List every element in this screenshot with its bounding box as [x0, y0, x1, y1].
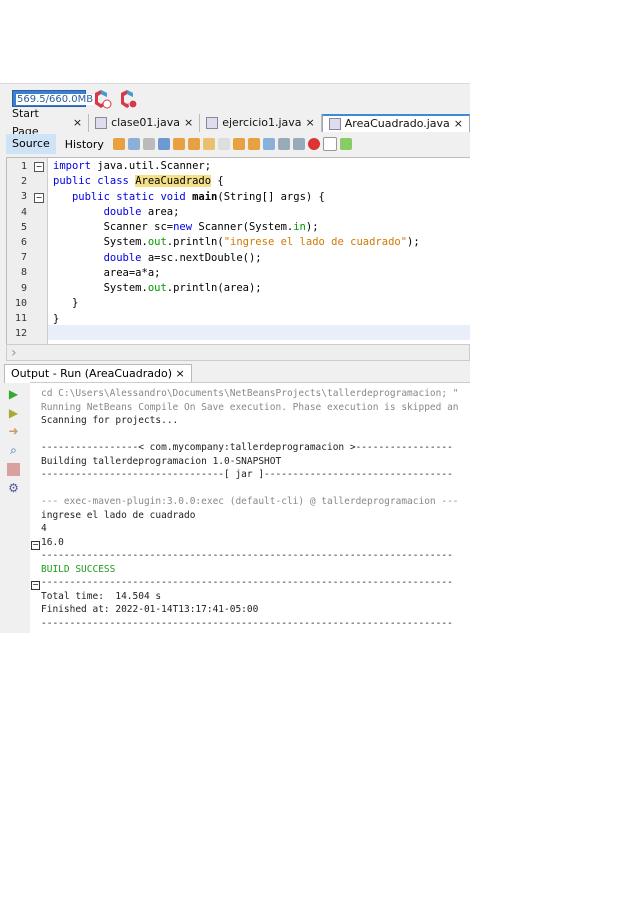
- output-line: Total time: 14.504 s: [41, 590, 162, 602]
- output-line: -----------------< com.mycompany:tallerd…: [41, 442, 453, 453]
- last-edit-icon[interactable]: [112, 138, 125, 150]
- code-line: double area;: [103, 206, 180, 218]
- code-line: Scanner sc=new Scanner(System.in);: [53, 221, 319, 233]
- rerun-icon[interactable]: ▶: [7, 388, 20, 401]
- profile-icon[interactable]: [92, 89, 112, 109]
- line-number: 2: [20, 176, 27, 188]
- forward-icon[interactable]: [142, 138, 155, 150]
- output-line: ingrese el lado de cuadrado: [41, 509, 196, 521]
- close-icon[interactable]: ×: [306, 114, 315, 132]
- editor-tabs: Start Page × clase01.java × ejercicio1.jav…: [6, 107, 470, 138]
- line-number: 10: [14, 297, 27, 309]
- output-line: --- exec-maven-plugin:3.0.0:exec (defaul…: [41, 496, 459, 507]
- output-line: 16.0: [41, 536, 64, 548]
- fold-icon[interactable]: −: [31, 541, 40, 550]
- fold-icon[interactable]: −: [34, 162, 44, 172]
- output-line: BUILD SUCCESS: [41, 563, 116, 575]
- code-line: public static void main(String[] args) {: [71, 191, 325, 203]
- output-line: Scanning for projects...: [41, 415, 179, 426]
- line-number: 9: [20, 282, 27, 294]
- output-line: --------------------------------[ jar ]-…: [41, 469, 453, 480]
- record-macro-icon[interactable]: [307, 138, 320, 150]
- line-number: 1: [20, 161, 27, 172]
- output-line: ----------------------------------------…: [41, 617, 453, 629]
- breadcrumb-bar[interactable]: ›: [6, 344, 470, 361]
- code-line: import java.util.Scanner;: [53, 160, 212, 172]
- shift-left-icon[interactable]: [277, 138, 290, 150]
- code-editor[interactable]: 1 2 3 4 5 6 7 8 9 10 11 12 − − import java.util.Sca…: [6, 157, 470, 345]
- profile-stop-icon[interactable]: [118, 89, 138, 109]
- output-line: ----------------------------------------…: [41, 577, 453, 588]
- code-line: System.out.println(area);: [53, 282, 262, 294]
- code-line: System.out.println("ingrese el lado de c…: [53, 236, 420, 248]
- find-previous-icon[interactable]: [172, 138, 185, 150]
- current-line-highlight: [48, 325, 470, 341]
- tab-ejercicio1[interactable]: ejercicio1.java ×: [200, 114, 322, 132]
- next-icon[interactable]: ➜: [7, 425, 20, 438]
- line-number: 5: [20, 221, 27, 233]
- search-icon[interactable]: ⌕: [7, 444, 20, 457]
- line-number: 11: [14, 313, 27, 324]
- tab-areacuadrado[interactable]: AreaCuadrado.java ×: [321, 114, 470, 133]
- editor-toolbar: Source History: [6, 134, 352, 154]
- output-line: Building tallerdeprogramacion 1.0-SNAPSH…: [41, 455, 282, 467]
- fold-icon[interactable]: −: [31, 581, 40, 590]
- line-number: 8: [20, 267, 27, 279]
- output-line: ----------------------------------------…: [41, 550, 453, 561]
- line-number: 6: [20, 237, 27, 248]
- previous-bookmark-icon[interactable]: [232, 138, 245, 150]
- code-line: public class AreaCuadrado {: [53, 175, 224, 187]
- tab-clase01[interactable]: clase01.java ×: [89, 114, 201, 132]
- next-bookmark-icon[interactable]: [247, 138, 260, 150]
- tab-start-page[interactable]: Start Page ×: [6, 107, 90, 138]
- output-console[interactable]: cd C:\Users\Alessandro\Documents\NetBean…: [30, 382, 470, 633]
- code-line: }: [53, 313, 60, 325]
- code-line: double a=sc.nextDouble();: [103, 252, 262, 264]
- line-number: 12: [14, 328, 27, 340]
- close-icon[interactable]: ×: [454, 115, 463, 133]
- find-icon[interactable]: [157, 138, 170, 150]
- fold-icon[interactable]: −: [34, 193, 44, 203]
- toggle-highlight-icon[interactable]: [202, 138, 215, 150]
- source-button[interactable]: Source: [6, 134, 56, 154]
- java-file-icon: [328, 118, 341, 130]
- toggle-bookmark-icon[interactable]: [262, 138, 275, 150]
- output-line: Finished at: 2022-01-14T13:17:41-05:00: [41, 604, 259, 615]
- stop-macro-icon[interactable]: [322, 137, 337, 151]
- output-toolbar: ▶ ▶ ➜ ⌕ ⚙: [0, 382, 28, 633]
- settings-icon[interactable]: ⚙: [7, 482, 20, 495]
- close-icon[interactable]: ×: [176, 367, 185, 380]
- toggle-selection-icon[interactable]: [217, 138, 230, 150]
- netbeans-window: 569.5/660.0MB Start Page × clase01.java × …: [0, 83, 470, 633]
- line-number: 4: [20, 206, 27, 218]
- output-tab[interactable]: Output - Run (AreaCuadrado) ×: [4, 364, 192, 383]
- line-number: 7: [20, 252, 27, 264]
- comment-icon[interactable]: [339, 138, 352, 150]
- close-icon[interactable]: ×: [73, 114, 82, 132]
- java-file-icon: [95, 117, 108, 129]
- find-next-icon[interactable]: [187, 138, 200, 150]
- back-icon[interactable]: [127, 138, 140, 150]
- close-icon[interactable]: ×: [184, 114, 193, 132]
- output-line: Running NetBeans Compile On Save executi…: [41, 401, 459, 413]
- rerun-with-options-icon[interactable]: ▶: [7, 407, 20, 420]
- shift-right-icon[interactable]: [292, 138, 305, 150]
- stop-icon[interactable]: [7, 463, 20, 476]
- java-file-icon: [206, 117, 219, 129]
- code-line: area=a*a;: [53, 267, 161, 279]
- line-number: 3: [20, 191, 27, 203]
- history-button[interactable]: History: [59, 138, 110, 151]
- output-line: 4: [41, 523, 47, 534]
- code-line: }: [53, 297, 79, 309]
- output-line: cd C:\Users\Alessandro\Documents\NetBean…: [41, 388, 459, 399]
